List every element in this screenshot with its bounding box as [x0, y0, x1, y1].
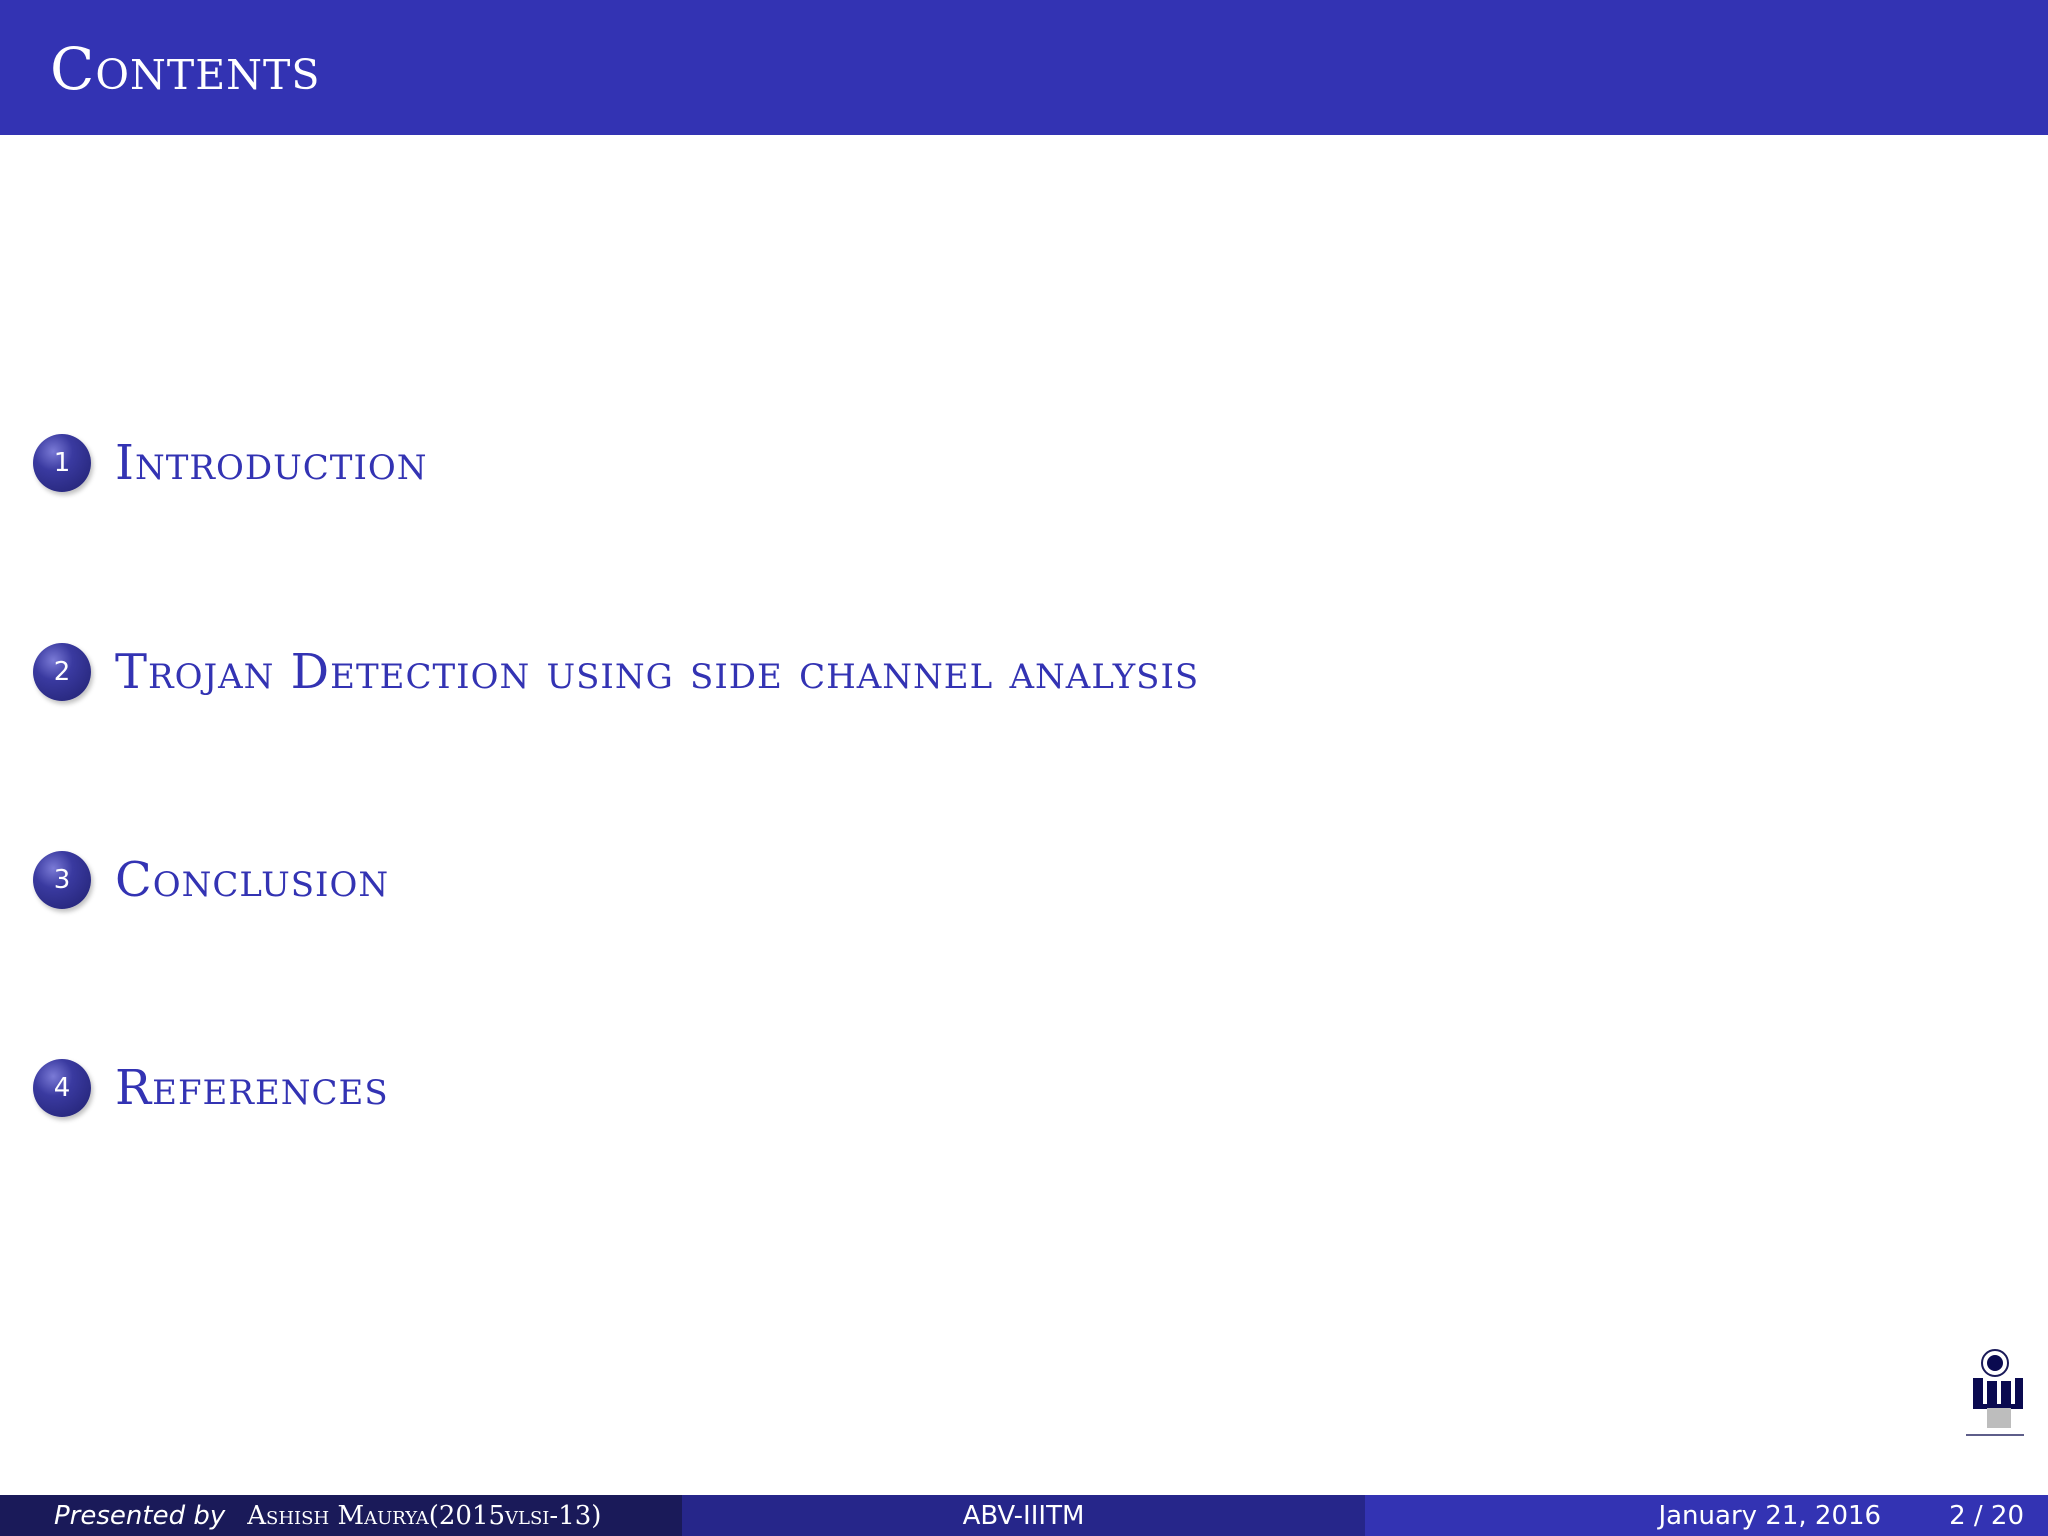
toc-item-conclusion[interactable]: 3 Conclusion	[33, 845, 389, 915]
toc-item-label: References	[115, 1060, 389, 1116]
slide-header: Contents	[0, 0, 2048, 135]
presentation-date: January 21, 2016	[1658, 1500, 1882, 1531]
toc-number-ball: 3	[33, 851, 91, 909]
toc-item-introduction[interactable]: 1 Introduction	[33, 428, 428, 498]
slide-footer: Presented by Ashish Maurya(2015vlsi-13) …	[0, 1495, 2048, 1536]
page-number: 2 / 20	[1949, 1500, 2024, 1531]
presented-by-label: Presented by	[54, 1500, 226, 1531]
footer-date-page: January 21, 2016 2 / 20	[1365, 1495, 2048, 1536]
institute-logo-icon	[1960, 1348, 2030, 1448]
toc-item-label: Trojan Detection using side channel anal…	[115, 644, 1200, 700]
slide-title: Contents	[50, 35, 321, 103]
author-name: Ashish Maurya(2015vlsi-13)	[247, 1500, 602, 1531]
toc-item-references[interactable]: 4 References	[33, 1053, 389, 1123]
toc-item-label: Introduction	[115, 435, 428, 491]
footer-presenter: Presented by Ashish Maurya(2015vlsi-13)	[0, 1495, 682, 1536]
toc-number-ball: 2	[33, 643, 91, 701]
institute-name: ABV-IIITM	[962, 1500, 1085, 1531]
footer-institute: ABV-IIITM	[682, 1495, 1365, 1536]
toc-item-label: Conclusion	[115, 852, 390, 908]
toc-item-trojan-detection[interactable]: 2 Trojan Detection using side channel an…	[33, 637, 1199, 707]
toc-number-ball: 1	[33, 434, 91, 492]
toc-number-ball: 4	[33, 1059, 91, 1117]
